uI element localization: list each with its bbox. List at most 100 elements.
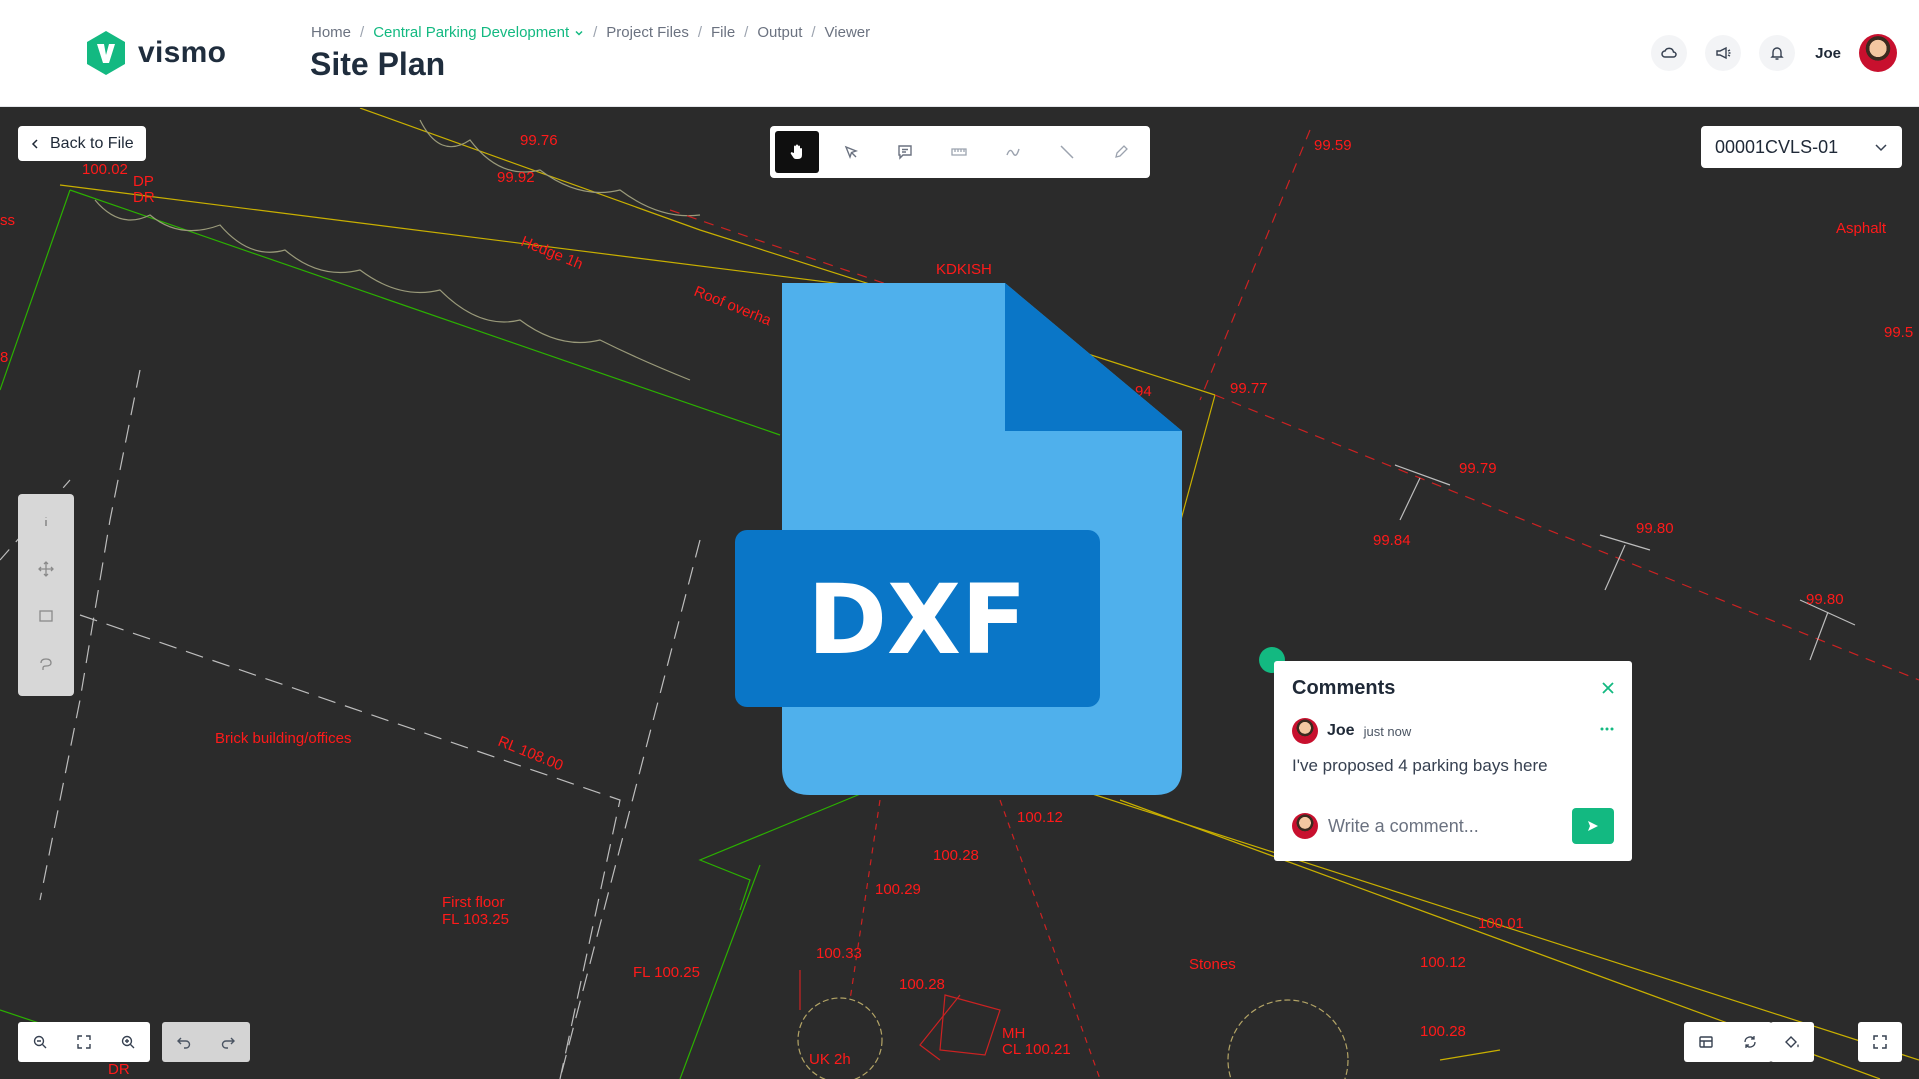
paint-bucket-icon: [1785, 1036, 1799, 1048]
layers-button[interactable]: [1684, 1022, 1728, 1062]
breadcrumb-home[interactable]: Home: [311, 24, 351, 41]
markup-icon: [1006, 148, 1020, 156]
user-avatar[interactable]: [1859, 34, 1897, 72]
send-comment-button[interactable]: [1572, 808, 1614, 844]
tool-line[interactable]: [1045, 131, 1089, 173]
sheet-select[interactable]: 00001CVLS-01: [1701, 126, 1902, 168]
green-line: [69, 189, 781, 436]
tool-markup[interactable]: [991, 131, 1035, 173]
fit-to-screen-button[interactable]: [62, 1022, 106, 1062]
dxf-file-icon: DXF: [735, 283, 1182, 795]
cad-label: 100.33: [816, 945, 862, 962]
user-name[interactable]: Joe: [1815, 45, 1841, 62]
measure-icon: [951, 148, 967, 156]
cloud-button[interactable]: [1651, 35, 1688, 71]
tool-move[interactable]: [38, 560, 54, 582]
breadcrumb-project[interactable]: Central Parking Development: [373, 24, 584, 41]
cad-label: 99.92: [497, 169, 535, 186]
breadcrumb-file[interactable]: File: [711, 24, 735, 41]
zoom-out-icon: [33, 1035, 47, 1049]
zoom-in-button[interactable]: [106, 1022, 150, 1062]
comment-compose: [1292, 806, 1614, 846]
cad-label: 8: [0, 349, 8, 366]
close-comments-button[interactable]: [1602, 681, 1614, 699]
breadcrumb-project-files[interactable]: Project Files: [606, 24, 689, 41]
dxf-label: DXF: [807, 564, 1026, 676]
hand-icon: [790, 144, 802, 159]
cad-label: 99.80: [1636, 520, 1674, 537]
cad-label: 100.02: [82, 161, 128, 178]
cad-label: DR: [133, 189, 155, 206]
red-dashed-line: [1199, 129, 1311, 401]
megaphone-icon: [1716, 46, 1731, 60]
style-controls: [1770, 1022, 1814, 1062]
cad-label: 99.84: [1373, 532, 1411, 549]
cad-label: ss: [0, 212, 15, 229]
close-icon: [1602, 682, 1614, 694]
cad-label: RL 108.00: [496, 733, 566, 774]
cad-label: 100.28: [1420, 1023, 1466, 1040]
comment-time: just now: [1363, 723, 1412, 739]
zoom-controls: [18, 1022, 150, 1062]
red-line: [939, 994, 1001, 1056]
tool-info[interactable]: [39, 513, 53, 534]
breadcrumb-separator: /: [697, 24, 702, 41]
redo-icon: [221, 1037, 235, 1049]
comment-icon: [898, 145, 912, 160]
fill-color-button[interactable]: [1770, 1022, 1814, 1062]
marker-line: [1599, 534, 1651, 591]
chevron-left-icon: [31, 138, 38, 149]
cad-label: Brick building/offices: [215, 730, 351, 747]
brand-logo[interactable]: vismo: [84, 30, 226, 76]
zoom-in-icon: [121, 1035, 135, 1049]
cad-label: 100.01: [1478, 915, 1524, 932]
cad-label: Asphalt: [1836, 220, 1887, 237]
tool-lasso[interactable]: [38, 656, 54, 677]
info-icon: [45, 517, 47, 527]
dashed-line: [79, 614, 621, 1079]
comment-more-button[interactable]: [1600, 725, 1614, 731]
tool-rectangle[interactable]: [38, 608, 54, 629]
breadcrumb-separator: /: [744, 24, 749, 41]
cad-label: FL 100.25: [633, 964, 700, 981]
cad-label: 99.59: [1314, 137, 1352, 154]
zoom-out-button[interactable]: [18, 1022, 62, 1062]
redo-button[interactable]: [206, 1022, 250, 1062]
line-icon: [1060, 145, 1074, 159]
tool-pan[interactable]: [775, 131, 819, 173]
chevron-down-icon: [1875, 144, 1887, 152]
tool-comment[interactable]: [883, 131, 927, 173]
comment-text: I've proposed 4 parking bays here: [1292, 756, 1548, 775]
breadcrumb: Home / Central Parking Development / Pro…: [311, 24, 870, 41]
cad-label: 100.29: [875, 881, 921, 898]
layer-controls: [1684, 1022, 1772, 1062]
tool-measure[interactable]: [937, 131, 981, 173]
rotate-button[interactable]: [1728, 1022, 1772, 1062]
back-to-file-button[interactable]: Back to File: [18, 126, 146, 161]
avatar: [1292, 813, 1318, 839]
comment-input[interactable]: [1328, 815, 1562, 837]
notifications-button[interactable]: [1759, 35, 1796, 71]
announcements-button[interactable]: [1705, 35, 1742, 71]
pencil-icon: [1115, 145, 1128, 158]
fullscreen-icon: [1873, 1035, 1887, 1049]
back-to-file-label: Back to File: [50, 134, 134, 152]
breadcrumb-output[interactable]: Output: [757, 24, 802, 41]
tree-outline: [1227, 999, 1349, 1079]
breadcrumb-viewer[interactable]: Viewer: [825, 24, 871, 41]
cad-label: CL 100.21: [1002, 1041, 1071, 1058]
cad-label: DR: [108, 1061, 130, 1078]
layers-icon: [1699, 1036, 1713, 1048]
marker-line: [1394, 464, 1451, 521]
fullscreen-button[interactable]: [1858, 1022, 1902, 1062]
fit-screen-icon: [77, 1035, 91, 1049]
cad-label: Hedge 1h: [519, 233, 586, 273]
bell-icon: [1770, 47, 1784, 60]
tool-select[interactable]: [829, 131, 873, 173]
boundary-line-yellow: [1439, 1049, 1501, 1061]
cad-label: DP: [133, 173, 154, 190]
undo-button[interactable]: [162, 1022, 206, 1062]
avatar: [1292, 718, 1318, 744]
tool-draw[interactable]: [1099, 131, 1143, 173]
rectangle-icon: [39, 610, 53, 622]
